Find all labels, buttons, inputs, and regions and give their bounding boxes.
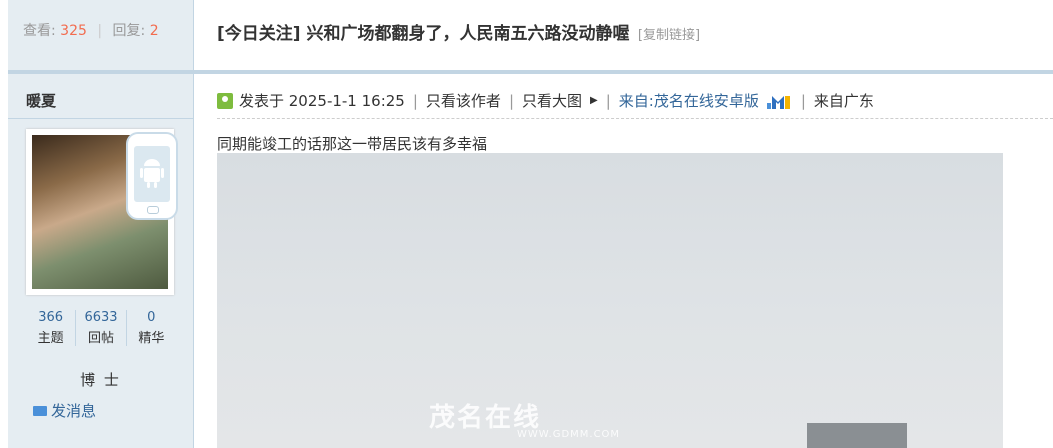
author-counts: 366 主题 6633 回帖 0 精华 bbox=[26, 310, 176, 346]
count-topics[interactable]: 366 主题 bbox=[26, 310, 77, 346]
triangle-right-icon[interactable]: ▶ bbox=[590, 95, 598, 106]
count-digest[interactable]: 0 精华 bbox=[127, 310, 176, 346]
replies-label: 回复: bbox=[112, 23, 146, 39]
count-label: 精华 bbox=[138, 331, 165, 346]
count-value: 0 bbox=[147, 310, 156, 325]
thread-title: [今日关注] 兴和广场都翻身了，人民南五六路没动静喔 bbox=[217, 24, 630, 44]
author-sidebar: 暖夏 366 主题 6633 回帖 0 精华 博 士 发消息 bbox=[8, 74, 194, 448]
posted-time: 发表于 2025-1-1 16:25 bbox=[239, 92, 405, 110]
user-icon bbox=[217, 92, 233, 109]
post-content: 同期能竣工的话那这一带居民该有多幸福 bbox=[217, 135, 488, 153]
views-label: 查看: bbox=[23, 23, 56, 39]
m-app-logo-icon bbox=[766, 95, 790, 109]
post-meta: 发表于 2025-1-1 16:25 | 只看该作者 | 只看大图 ▶ | 来自… bbox=[217, 90, 874, 111]
stats-divider: | bbox=[97, 23, 103, 39]
copy-link-button[interactable]: [复制链接] bbox=[638, 28, 700, 43]
buildings bbox=[807, 423, 907, 448]
author-name[interactable]: 暖夏 bbox=[26, 90, 56, 111]
location: 来自广东 bbox=[813, 92, 874, 110]
author-rank: 博 士 bbox=[80, 371, 121, 389]
count-value: 6633 bbox=[84, 310, 118, 325]
meta-divider bbox=[217, 118, 1053, 119]
only-author-link[interactable]: 只看该作者 bbox=[426, 90, 501, 111]
send-message-label: 发消息 bbox=[51, 402, 97, 420]
android-phone-icon bbox=[126, 132, 178, 220]
author-divider bbox=[8, 118, 193, 119]
thread-title-row: [今日关注] 兴和广场都翻身了，人民南五六路没动静喔 [复制链接] bbox=[217, 19, 700, 44]
send-message-link[interactable]: 发消息 bbox=[33, 400, 96, 421]
count-label: 主题 bbox=[37, 331, 64, 346]
source-link[interactable]: 来自:茂名在线安卓版 bbox=[619, 90, 759, 111]
views-count: 325 bbox=[60, 23, 87, 39]
watermark-url: WWW.GDMM.COM bbox=[517, 429, 621, 440]
replies-count: 2 bbox=[149, 23, 159, 39]
android-robot-icon bbox=[140, 159, 164, 188]
mail-icon bbox=[33, 406, 47, 416]
thread-stats: 查看: 325 | 回复: 2 bbox=[23, 20, 159, 40]
count-replies[interactable]: 6633 回帖 bbox=[76, 310, 127, 346]
count-value: 366 bbox=[38, 310, 64, 325]
large-image-link[interactable]: 只看大图 bbox=[522, 90, 582, 111]
count-label: 回帖 bbox=[87, 331, 114, 346]
post-image[interactable]: 茂名在线 WWW.GDMM.COM bbox=[217, 153, 1003, 448]
